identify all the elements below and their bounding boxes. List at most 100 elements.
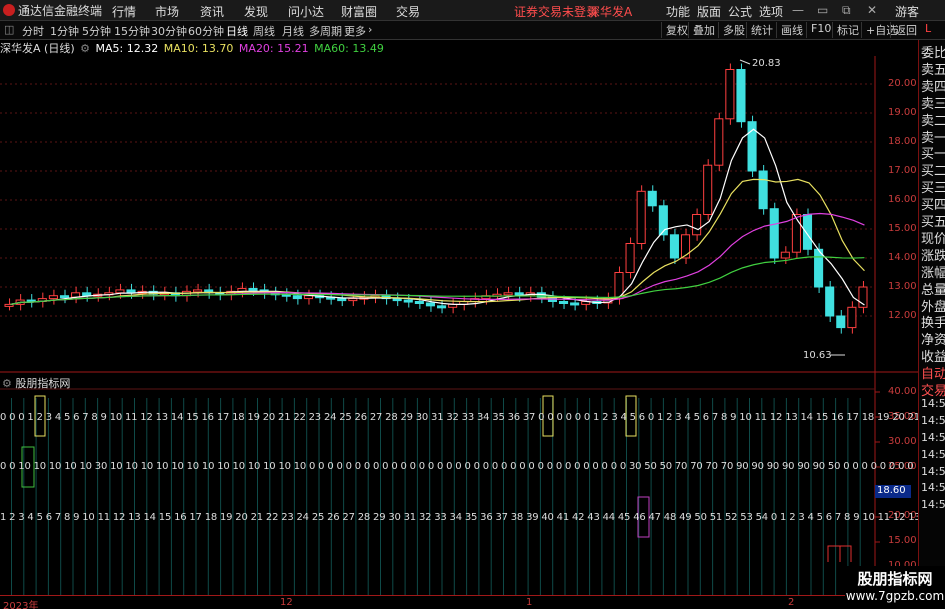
restore-icon[interactable]: ⧉ <box>842 3 851 18</box>
low-price-label: 10.63 <box>803 350 832 361</box>
tab-period-multi[interactable]: 多周期 <box>309 23 342 39</box>
candle-body <box>703 164 713 215</box>
quote-panel-item[interactable]: 14:56 <box>921 481 945 494</box>
menu-item-options[interactable]: 选项 <box>759 3 783 20</box>
candle-body <box>692 214 702 236</box>
quote-panel-item[interactable]: 14:56 <box>921 498 945 511</box>
collapse-icon[interactable]: ◫ <box>4 23 14 36</box>
quote-panel-item[interactable]: 14:55 <box>921 397 945 410</box>
settings-icon[interactable]: ⚙ <box>2 377 12 390</box>
candle-body <box>680 234 691 259</box>
candle-body <box>825 286 835 317</box>
trade-status: 证券交易未登录 <box>514 5 599 19</box>
chevron-right-icon[interactable]: › <box>368 23 372 36</box>
menu-bar: 通达信金融终端 行情 市场 资讯 发现 问小达 财富圈 交易 证券交易未登录 深… <box>0 0 945 21</box>
tab-period-1min[interactable]: 1分钟 <box>50 23 79 39</box>
minimize-icon[interactable]: — <box>792 3 804 17</box>
candle-body <box>503 292 513 296</box>
candle-body <box>337 298 347 302</box>
x-tick-label: 12 <box>280 597 293 608</box>
candle-body <box>48 295 58 300</box>
indicator-current-value: 18.60 <box>875 485 911 498</box>
toolbar-draw-line[interactable]: 画线 <box>776 22 807 38</box>
maximize-icon[interactable]: ▭ <box>817 3 828 17</box>
menu-item-formula[interactable]: 公式 <box>728 3 752 20</box>
menu-item-wealth[interactable]: 财富圈 <box>341 3 377 20</box>
indicator-title[interactable]: ⚙ 股朋指标网 <box>2 375 70 391</box>
candle-body <box>558 301 569 304</box>
toolbar-back[interactable]: 返回 <box>890 22 921 38</box>
quote-panel-item[interactable]: 14:55 <box>921 414 945 427</box>
toolbar-multi-stock[interactable]: 多股 <box>718 22 749 38</box>
x-tick-label: 2023年 <box>3 601 39 609</box>
menu-item-market[interactable]: 市场 <box>155 3 179 20</box>
candle-body <box>802 214 813 250</box>
quote-panel-item[interactable]: 14:56 <box>921 448 945 461</box>
candle-body <box>714 118 724 166</box>
tab-period-monthly[interactable]: 月线 <box>282 23 304 39</box>
quote-panel: 委比 卖五 卖四 卖三 卖二 卖一 买一 买二 买三 买四 买五 现价 涨跌 涨幅 总量 外盘 换手 净资 收益 自动… <box>918 40 945 609</box>
price-tick-label: 17.00 <box>888 165 917 176</box>
menu-item-discover[interactable]: 发现 <box>244 3 268 20</box>
app-window: 通达信金融终端 行情 市场 资讯 发现 问小达 财富圈 交易 证券交易未登录 深… <box>0 0 945 609</box>
price-tick-label: 14.00 <box>888 252 917 263</box>
indicator-tick-label: 15.00 <box>888 535 917 546</box>
toolbar-f10[interactable]: F10 <box>806 22 835 38</box>
tab-period-15min[interactable]: 15分钟 <box>114 23 150 39</box>
indicator-tick-label: 40.00 <box>888 386 917 397</box>
watermark-title: 股朋指标网 <box>857 570 933 588</box>
tab-period-daily[interactable]: 日线 <box>226 23 248 39</box>
tab-period-weekly[interactable]: 周线 <box>253 23 275 39</box>
price-tick-label: 12.00 <box>888 310 917 321</box>
candle-body <box>403 299 413 303</box>
menu-item-layout[interactable]: 版面 <box>697 3 721 20</box>
candle-body <box>747 121 757 172</box>
high-marker <box>739 59 751 65</box>
x-tick-label: 2 <box>788 597 795 608</box>
tab-period-5min[interactable]: 5分钟 <box>82 23 111 39</box>
tab-period-60min[interactable]: 60分钟 <box>188 23 224 39</box>
toolbar-overlay[interactable]: 叠加 <box>688 22 719 38</box>
toolbar-statistics[interactable]: 统计 <box>746 22 777 38</box>
price-tick-label: 13.00 <box>888 281 917 292</box>
app-logo: 通达信金融终端 <box>0 2 104 19</box>
menu-item-quotes[interactable]: 行情 <box>112 3 136 20</box>
x-axis: 2023年 12 1 2 <box>0 595 875 609</box>
quote-panel-item[interactable]: 14:56 <box>921 465 945 478</box>
tab-period-30min[interactable]: 30分钟 <box>151 23 187 39</box>
watermark-url: www.7gpzb.com <box>845 589 945 603</box>
period-tab-bar: ◫ 分时 1分钟 5分钟 15分钟 30分钟 60分钟 日线 周线 月线 多周期… <box>0 21 945 40</box>
high-price-label: 20.83 <box>752 58 781 69</box>
candle-body <box>348 298 358 302</box>
candle-body <box>414 301 424 304</box>
candle-body <box>392 298 402 302</box>
menu-item-trade[interactable]: 交易 <box>396 3 420 20</box>
toolbar-mark[interactable]: 标记 <box>832 22 863 38</box>
guest-label[interactable]: 游客 <box>895 3 919 20</box>
price-tick-label: 18.00 <box>888 136 917 147</box>
quote-panel-item[interactable]: 14:55 <box>921 431 945 444</box>
tab-period-more[interactable]: 更多 <box>344 23 366 39</box>
watermark: 股朋指标网 www.7gpzb.com <box>845 566 945 609</box>
candle-body <box>425 302 435 307</box>
candle-body <box>59 295 70 299</box>
candle-body <box>725 69 735 120</box>
tab-period-intraday[interactable]: 分时 <box>22 23 44 39</box>
app-logo-icon <box>3 4 15 16</box>
candle-body <box>193 289 203 293</box>
candle-body <box>437 305 447 309</box>
price-tick-label: 16.00 <box>888 194 917 205</box>
menu-item-function[interactable]: 功能 <box>666 3 690 20</box>
candle-body <box>248 287 258 291</box>
indicator-tick-label: 30.00 <box>888 436 917 447</box>
price-axis-corner-label: L <box>925 22 932 35</box>
candle-body <box>636 190 646 245</box>
close-icon[interactable]: ✕ <box>867 3 877 17</box>
candle-body <box>836 315 846 329</box>
candle-body <box>669 234 679 259</box>
candle-body <box>647 190 657 207</box>
menu-item-news[interactable]: 资讯 <box>200 3 224 20</box>
x-tick-label: 1 <box>526 597 533 608</box>
menu-item-ask[interactable]: 问小达 <box>288 3 324 20</box>
kline-chart[interactable] <box>0 40 918 609</box>
